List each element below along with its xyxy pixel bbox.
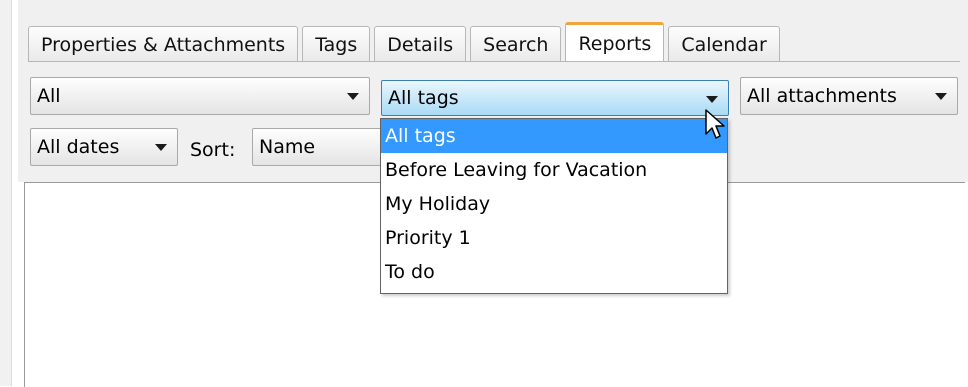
sort-select[interactable]: Name [252, 128, 392, 166]
mouse-pointer-icon [705, 109, 725, 139]
attachments-select-value: All attachments [747, 85, 897, 107]
scope-select[interactable]: All [30, 77, 370, 115]
chevron-down-icon [155, 144, 167, 151]
scope-select-value: All [37, 85, 61, 107]
tag-option-to-do[interactable]: To do [381, 255, 727, 289]
tags-select[interactable]: All tags [381, 80, 729, 116]
sort-select-value: Name [259, 136, 316, 158]
tags-select-value: All tags [388, 87, 459, 109]
tab-details[interactable]: Details [374, 26, 467, 62]
tag-option-all-tags[interactable]: All tags [381, 119, 727, 153]
dates-select-value: All dates [37, 136, 120, 158]
chevron-down-icon [706, 96, 718, 103]
tab-properties-attachments[interactable]: Properties & Attachments [28, 26, 299, 62]
tab-reports[interactable]: Reports [565, 22, 665, 62]
sort-label: Sort: [190, 139, 236, 161]
attachments-select[interactable]: All attachments [740, 77, 958, 115]
tab-tags[interactable]: Tags [302, 26, 371, 62]
tag-option-my-holiday[interactable]: My Holiday [381, 187, 727, 221]
tag-option-priority-1[interactable]: Priority 1 [381, 221, 727, 255]
tag-option-before-leaving-for-vacation[interactable]: Before Leaving for Vacation [381, 153, 727, 187]
tab-calendar[interactable]: Calendar [668, 26, 780, 62]
chevron-down-icon [347, 93, 359, 100]
chevron-down-icon [935, 93, 947, 100]
left-edge-rail [0, 0, 12, 386]
dates-select[interactable]: All dates [30, 128, 178, 166]
tags-dropdown-list: All tags Before Leaving for Vacation My … [380, 118, 728, 294]
tab-bar: Properties & Attachments Tags Details Se… [28, 22, 784, 62]
tab-search[interactable]: Search [470, 26, 562, 62]
